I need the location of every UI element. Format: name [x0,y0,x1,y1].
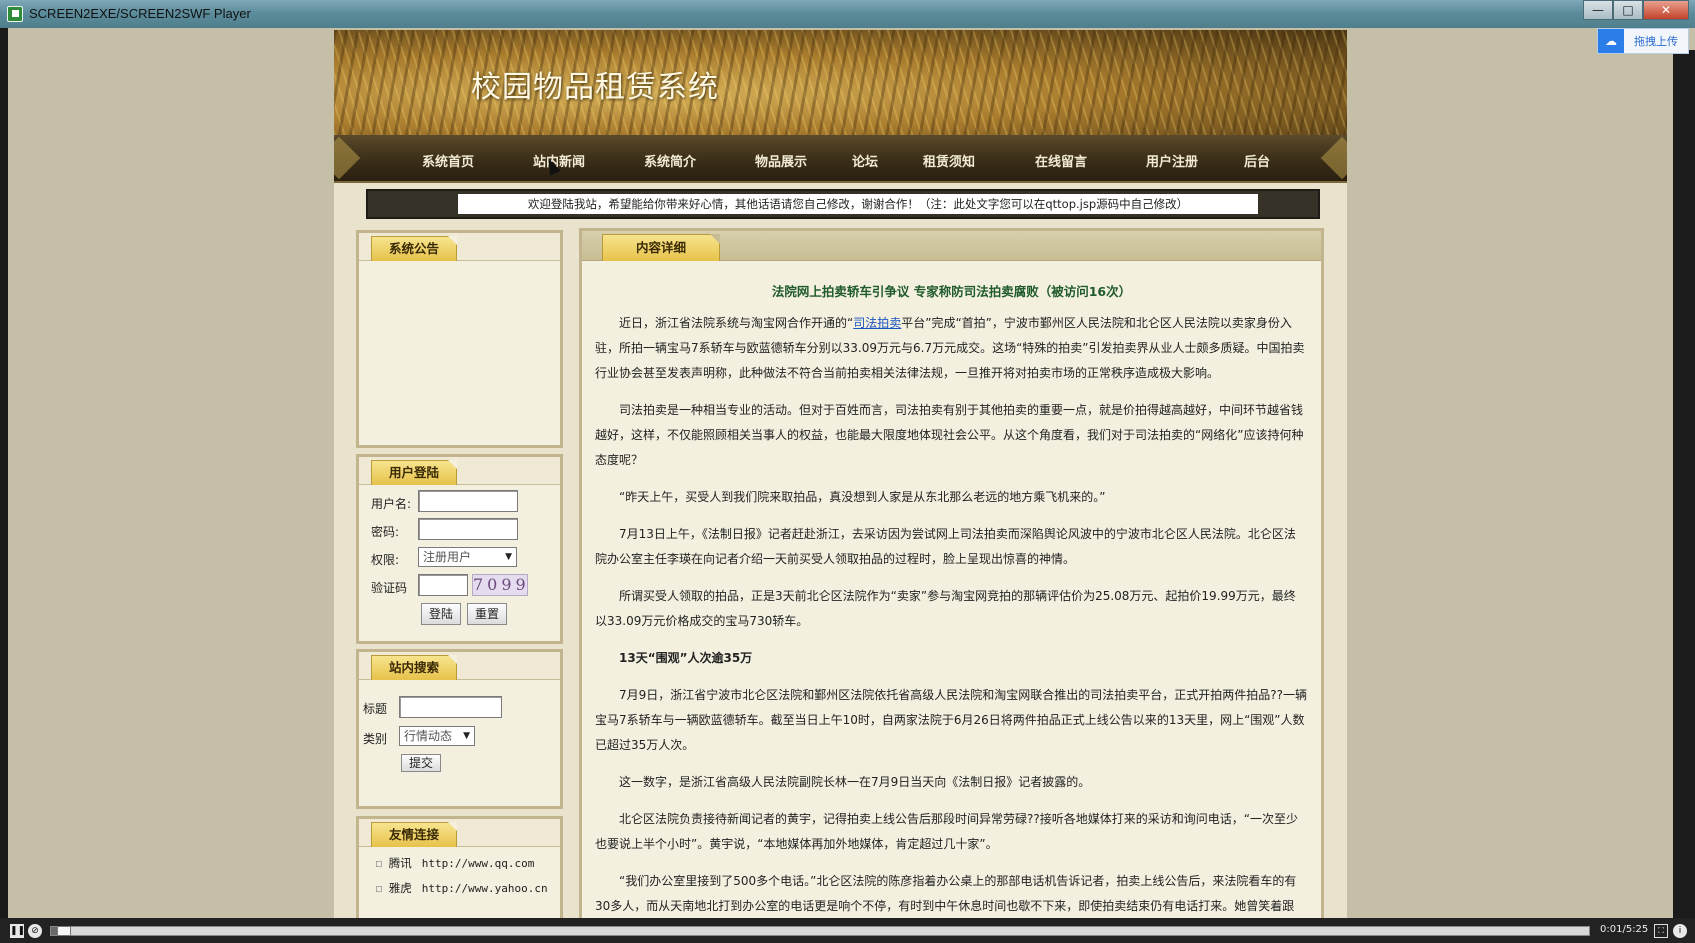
captcha-label: 验证码 [371,581,408,595]
close-button[interactable]: ✕ [1643,0,1689,20]
window-titlebar: SCREEN2EXE/SCREEN2SWF Player — □ ✕ [0,0,1695,28]
article-subheading: 13天“围观”人次逾35万 [619,651,753,665]
role-select[interactable]: 注册用户 ▼ [418,547,517,567]
search-category-select[interactable]: 行情动态 ▼ [399,726,475,746]
minimize-button[interactable]: — [1583,0,1613,20]
site-banner: 校园物品租赁系统 [334,30,1347,135]
role-select-value: 注册用户 [423,550,472,564]
judicial-auction-link[interactable]: 司法拍卖 [853,316,901,330]
dropdown-arrow-icon: ▼ [505,552,512,562]
article-title: 法院网上拍卖轿车引争议 专家称防司法拍卖腐败（被访问16次） [771,284,1132,299]
login-title: 用户登陆 [371,460,457,485]
article-paragraph: 近日，浙江省法院系统与淘宝网合作开通的“司法拍卖平台”完成“首拍”，宁波市鄞州区… [595,316,1305,380]
links-header: 友情连接 [359,819,560,847]
announcement-title: 系统公告 [371,236,457,261]
login-header: 用户登陆 [359,457,560,485]
right-border [1673,50,1695,918]
dropdown-arrow-icon: ▼ [463,731,470,741]
article-paragraph: 北仑区法院负责接待新闻记者的黄宇，记得拍卖上线公告后那段时间异常劳碌??接听各地… [595,812,1298,851]
friend-link-url: http://www.yahoo.cn [421,882,548,895]
site-title: 校园物品租赁系统 [471,70,719,105]
article-paragraph: 所谓买受人领取的拍品，正是3天前北仑区法院作为“卖家”参与淘宝网竞拍的那辆评估价… [595,589,1296,628]
search-title-label: 标题 [363,702,388,716]
info-icon[interactable]: i [1673,924,1687,938]
bullet-icon: ▫ [375,881,383,895]
app-icon [7,6,23,22]
username-input[interactable] [418,490,518,512]
search-category-value: 行情动态 [404,729,453,743]
content-tab: 内容详细 [602,234,720,261]
friend-link[interactable]: ▫ 腾讯 http://www.qq.com [375,855,534,871]
upload-widget[interactable]: ☁ 拖拽上传 [1597,28,1689,54]
bullet-icon: ▫ [375,856,383,870]
captcha-input[interactable] [418,574,468,596]
fullscreen-icon[interactable]: ⛶ [1654,924,1668,938]
article-paragraph: 7月9日，浙江省宁波市北仑区法院和鄞州区法院依托省高级人民法院和淘宝网联合推出的… [595,688,1308,752]
search-submit-button[interactable]: 提交 [401,754,441,772]
announcement-header: 系统公告 [359,233,560,261]
nav-items[interactable]: 物品展示 [755,151,807,170]
password-label: 密码: [371,525,400,539]
nav-register[interactable]: 用户注册 [1146,151,1198,170]
links-title: 友情连接 [371,822,457,847]
login-button[interactable]: 登陆 [421,603,461,625]
nav-rental-notice[interactable]: 租赁须知 [923,151,975,170]
links-box: 友情连接 ▫ 腾讯 http://www.qq.com ▫ 雅虎 http://www.… [356,816,563,918]
marquee-text: 欢迎登陆我站，希望能给你带来好心情，其他话语请您自己修改，谢谢合作！（注：此处文… [458,194,1258,214]
content-panel: 内容详细 法院网上拍卖轿车引争议 专家称防司法拍卖腐败（被访问16次） 近日，浙… [579,228,1324,918]
nav-guestbook[interactable]: 在线留言 [1035,151,1087,170]
cloud-upload-icon: ☁ [1598,29,1624,53]
window-title: SCREEN2EXE/SCREEN2SWF Player [29,6,251,21]
nav-admin[interactable]: 后台 [1244,151,1270,170]
window-controls: — □ ✕ [1583,0,1689,20]
announcement-box: 系统公告 [356,230,563,448]
left-border [0,28,8,918]
friend-link[interactable]: ▫ 雅虎 http://www.yahoo.cn [375,880,548,896]
username-label: 用户名: [371,497,412,511]
article-body: 近日，浙江省法院系统与淘宝网合作开通的“司法拍卖平台”完成“首拍”，宁波市鄞州区… [595,311,1307,918]
seek-bar[interactable] [50,926,1590,936]
content-header: 内容详细 [582,231,1321,261]
web-page: 校园物品租赁系统 系统首页 站内新闻 系统简介 物品展示 论坛 租赁须知 在线留… [334,30,1347,918]
article-paragraph: 司法拍卖是一种相当专业的活动。但对于百姓而言，司法拍卖有别于其他拍卖的重要一点，… [595,403,1304,467]
friend-link-url: http://www.qq.com [421,857,535,870]
nav-ornament-right [1320,136,1347,180]
captcha-image[interactable]: 7099 [472,574,528,596]
nav-home[interactable]: 系统首页 [422,151,474,170]
login-box: 用户登陆 用户名: 密码: 权限: 注册用户 ▼ 验证码 7099 登陆 重置 [356,454,563,644]
main-nav: 系统首页 站内新闻 系统简介 物品展示 论坛 租赁须知 在线留言 用户注册 后台 [334,135,1347,183]
player-controls: ❚❚ ⊘ 0:01/5:25 ⛶ i [0,918,1695,943]
seek-thumb[interactable] [57,926,71,936]
search-title: 站内搜索 [371,655,457,680]
volume-icon[interactable]: ⊘ [28,924,42,938]
role-label: 权限: [371,553,400,567]
maximize-button[interactable]: □ [1613,0,1643,20]
pause-icon[interactable]: ❚❚ [10,924,25,938]
nav-ornament-left [334,136,361,180]
friend-link-name: 雅虎 [388,881,412,895]
article-paragraph: “昨天上午，买受人到我们院来取拍品，真没想到人家是从东北那么老远的地方乘飞机来的… [619,490,1106,504]
search-title-input[interactable] [399,696,502,718]
search-header: 站内搜索 [359,652,560,680]
marquee-bar: 欢迎登陆我站，希望能给你带来好心情，其他话语请您自己修改，谢谢合作！（注：此处文… [366,189,1320,219]
reset-button[interactable]: 重置 [467,603,507,625]
nav-about[interactable]: 系统简介 [644,151,696,170]
friend-link-name: 腾讯 [388,856,412,870]
upload-widget-label: 拖拽上传 [1634,35,1678,48]
password-input[interactable] [418,518,518,540]
article-paragraph: 7月13日上午，《法制日报》记者赶赴浙江，去采访因为尝试网上司法拍卖而深陷舆论风… [595,527,1296,566]
search-category-label: 类别 [363,732,388,746]
search-box: 站内搜索 标题 类别 行情动态 ▼ 提交 [356,649,563,809]
article-paragraph: “我们办公室里接到了500多个电话。”北仑区法院的陈彦指着办公桌上的那部电话机告… [595,874,1297,913]
article-paragraph: 这一数字，是浙江省高级人民法院副院长林一在7月9日当天向《法制日报》记者披露的。 [619,775,1091,789]
playback-time: 0:01/5:25 [1600,924,1649,935]
nav-forum[interactable]: 论坛 [852,151,878,170]
